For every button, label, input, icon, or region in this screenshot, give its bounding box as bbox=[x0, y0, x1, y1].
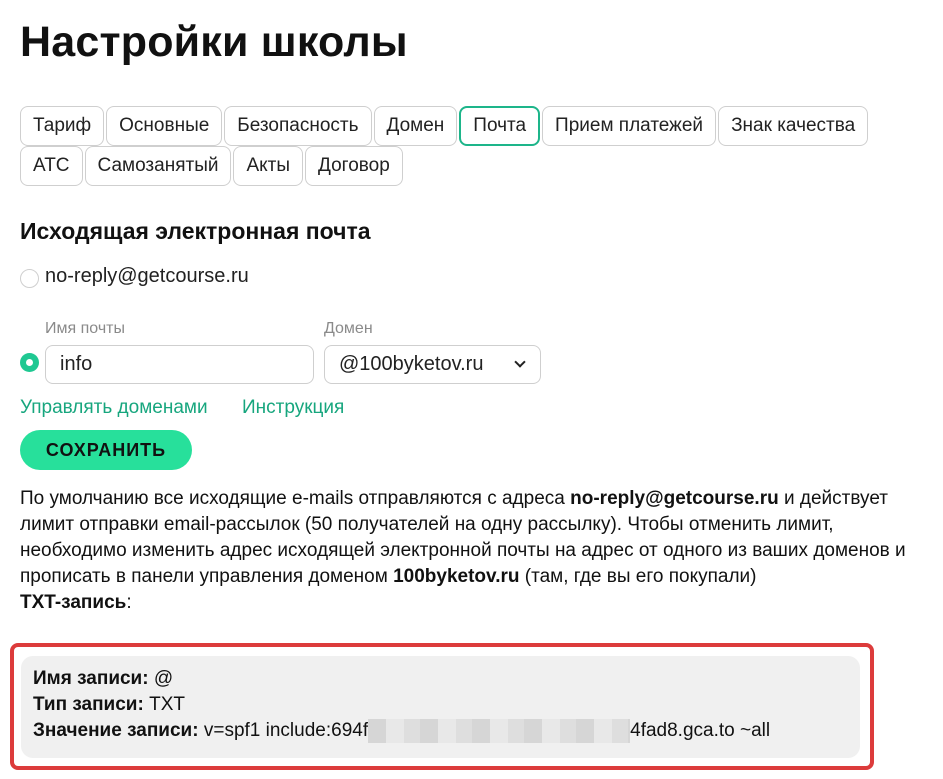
mail-name-label: Имя почты bbox=[45, 320, 125, 337]
tab-payments[interactable]: Прием платежей bbox=[542, 106, 717, 146]
chevron-down-icon bbox=[514, 356, 526, 368]
tab-main[interactable]: Основные bbox=[106, 106, 223, 146]
tab-domain[interactable]: Домен bbox=[373, 106, 458, 146]
record-name-value: @ bbox=[148, 668, 174, 689]
tab-contract[interactable]: Договор bbox=[305, 146, 403, 186]
instructions-link[interactable]: Инструкция bbox=[242, 397, 344, 419]
tab-security[interactable]: Безопасность bbox=[224, 106, 372, 146]
info-text: По умолчанию все исходящие e-mails отпра… bbox=[20, 486, 920, 616]
radio-default-address[interactable] bbox=[20, 269, 39, 288]
info-part-1: По умолчанию все исходящие e-mails отпра… bbox=[20, 488, 571, 509]
record-type-line: Тип записи: TXT bbox=[33, 692, 848, 718]
default-address-label: no-reply@getcourse.ru bbox=[45, 265, 249, 287]
save-button[interactable]: СОХРАНИТЬ bbox=[20, 430, 192, 470]
record-name-line: Имя записи: @ bbox=[33, 666, 848, 692]
tab-acts[interactable]: Акты bbox=[233, 146, 304, 186]
txt-record-label: TXT-запись bbox=[20, 592, 127, 613]
record-type-value: TXT bbox=[143, 694, 185, 715]
domain-select[interactable]: @100byketov.ru bbox=[324, 345, 541, 384]
txt-record-box: Имя записи: @ Тип записи: TXT Значение з… bbox=[21, 656, 860, 758]
tab-mail[interactable]: Почта bbox=[459, 106, 541, 146]
domain-label: Домен bbox=[324, 320, 373, 337]
tab-quality-mark[interactable]: Знак качества bbox=[718, 106, 869, 146]
tab-ats[interactable]: АТС bbox=[20, 146, 83, 186]
record-value-line: Значение записи: v=spf1 include:694f 4fad… bbox=[33, 718, 848, 744]
record-type-label: Тип записи: bbox=[33, 694, 144, 715]
info-domain: 100byketov.ru bbox=[393, 566, 520, 587]
radio-custom-address[interactable] bbox=[20, 353, 39, 372]
info-default-address: no-reply@getcourse.ru bbox=[570, 488, 779, 509]
page-title: Настройки школы bbox=[20, 18, 408, 66]
section-title: Исходящая электронная почта bbox=[20, 218, 371, 244]
txt-record-colon: : bbox=[126, 592, 132, 613]
tab-self-employed[interactable]: Самозанятый bbox=[84, 146, 232, 186]
domain-select-value: @100byketov.ru bbox=[339, 353, 484, 375]
info-part-3: (там, где вы его покупали) bbox=[519, 566, 757, 587]
tabs-row-1: Тариф Основные Безопасность Домен Почта … bbox=[20, 106, 943, 146]
record-value-prefix: v=spf1 include:694f bbox=[198, 720, 369, 741]
record-value-label: Значение записи: bbox=[33, 720, 199, 741]
mail-name-input[interactable] bbox=[45, 345, 314, 384]
manage-domains-link[interactable]: Управлять доменами bbox=[20, 397, 208, 419]
tab-tariff[interactable]: Тариф bbox=[20, 106, 105, 146]
record-value-suffix: 4fad8.gca.to ~all bbox=[630, 720, 771, 741]
settings-tabs: Тариф Основные Безопасность Домен Почта … bbox=[20, 106, 943, 186]
blurred-region bbox=[368, 718, 631, 743]
record-name-label: Имя записи: bbox=[33, 668, 149, 689]
tabs-row-2: АТС Самозанятый Акты Договор bbox=[20, 146, 943, 186]
